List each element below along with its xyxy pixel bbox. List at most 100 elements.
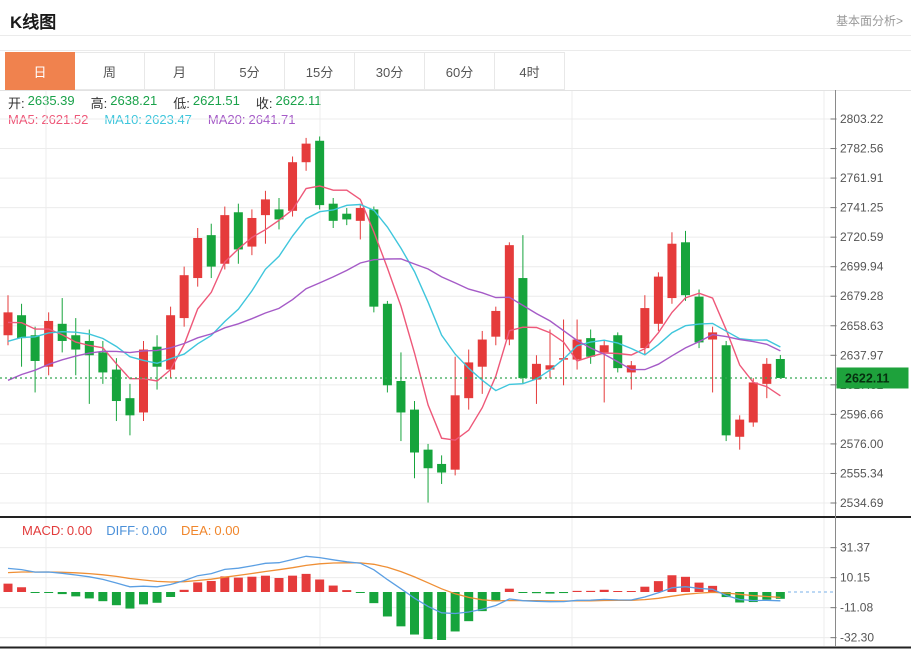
tab-interval-1[interactable]: 周	[75, 52, 145, 90]
candle-body	[342, 214, 351, 220]
macd-bar	[153, 592, 162, 603]
tab-interval-0[interactable]: 日	[5, 52, 75, 90]
candle-body	[478, 340, 487, 367]
candle-body	[451, 395, 460, 469]
candle-body	[396, 381, 405, 412]
axis-label: 31.37	[840, 541, 870, 555]
macd-bar	[613, 591, 622, 592]
candle-body	[600, 345, 609, 352]
candle-body	[44, 321, 53, 367]
macd-bar	[112, 592, 121, 605]
candle-body	[505, 245, 514, 339]
tab-interval-3[interactable]: 5分	[215, 52, 285, 90]
tab-interval-6[interactable]: 60分	[425, 52, 495, 90]
candle-body	[98, 352, 107, 372]
ma20-line	[8, 259, 780, 381]
header-divider	[0, 35, 911, 36]
macd-bar	[247, 577, 256, 592]
kline-chart[interactable]: 2803.222782.562761.912741.252720.592699.…	[0, 90, 911, 649]
axis-label: -11.08	[840, 601, 873, 615]
macd-bar	[44, 592, 53, 593]
axis-label: 2596.66	[840, 407, 884, 421]
macd-bar	[98, 592, 107, 601]
macd-bar	[383, 592, 392, 616]
candle-body	[4, 312, 13, 335]
macd-bar	[654, 581, 663, 592]
candle-body	[261, 199, 270, 215]
candle-body	[410, 410, 419, 453]
candle-body	[17, 315, 26, 338]
page-title: K线图	[10, 8, 56, 33]
macd-bar	[220, 576, 229, 592]
macd-bar	[288, 576, 297, 592]
macd-bar	[518, 592, 527, 593]
macd-bar	[17, 587, 26, 592]
macd-bar	[315, 580, 324, 592]
kline-app: K线图 基本面分析> 日周月5分15分30分60分4时 开:2635.39 高:…	[0, 0, 911, 649]
candle-body	[329, 204, 338, 221]
macd-bar	[4, 584, 13, 592]
axis-label: -32.30	[840, 631, 874, 645]
tab-interval-7[interactable]: 4时	[495, 52, 565, 90]
axis-label: 2803.22	[840, 112, 884, 126]
macd-bar	[681, 577, 690, 592]
macd-bar	[71, 592, 80, 596]
macd-bar	[125, 592, 134, 609]
macd-bar	[451, 592, 460, 631]
candle-body	[424, 450, 433, 469]
candle-body	[654, 277, 663, 324]
candle-body	[220, 215, 229, 264]
axis-label: 2679.28	[840, 289, 884, 303]
macd-bar	[491, 592, 500, 601]
fundamental-analysis-link[interactable]: 基本面分析>	[836, 12, 903, 29]
macd-bar	[640, 587, 649, 592]
candle-body	[762, 364, 771, 384]
macd-bar	[695, 583, 704, 592]
axis-label: 2720.59	[840, 230, 884, 244]
macd-bar	[180, 590, 189, 592]
ma10-line	[8, 205, 780, 391]
candle-body	[667, 244, 676, 298]
macd-bar	[85, 592, 94, 598]
candle-body	[180, 275, 189, 318]
macd-bar	[627, 591, 636, 592]
candle-body	[491, 311, 500, 337]
axis-label: 2761.91	[840, 171, 884, 185]
candle-body	[166, 315, 175, 369]
macd-bar	[437, 592, 446, 640]
candle-body	[437, 464, 446, 473]
candle-body	[247, 218, 256, 247]
candle-body	[681, 242, 690, 295]
candle-body	[749, 382, 758, 422]
axis-label: 10.15	[840, 571, 870, 585]
macd-bar	[586, 591, 595, 592]
axis-label: 2658.63	[840, 319, 884, 333]
macd-bar	[505, 589, 514, 592]
macd-bar	[424, 592, 433, 639]
macd-bar	[207, 581, 216, 592]
macd-bar	[166, 592, 175, 597]
tab-interval-4[interactable]: 15分	[285, 52, 355, 90]
axis-label: 2637.97	[840, 348, 884, 362]
tab-interval-2[interactable]: 月	[145, 52, 215, 90]
candle-body	[735, 420, 744, 437]
candle-body	[722, 345, 731, 435]
macd-bar	[329, 586, 338, 592]
macd-bar	[559, 592, 568, 593]
tab-interval-5[interactable]: 30分	[355, 52, 425, 90]
candle-body	[695, 297, 704, 343]
candle-body	[234, 212, 243, 249]
axis-label: 2741.25	[840, 201, 884, 215]
axis-label: 2534.69	[840, 496, 884, 510]
candle-body	[31, 335, 40, 361]
candle-body	[207, 235, 216, 266]
axis-label: 2576.00	[840, 437, 884, 451]
candle-body	[356, 208, 365, 221]
axis-label: 2555.34	[840, 466, 884, 480]
candle-body	[315, 141, 324, 205]
macd-bar	[139, 592, 148, 604]
macd-bar	[342, 590, 351, 592]
diff-line	[8, 556, 780, 613]
axis-label: 2782.56	[840, 142, 884, 156]
macd-bar	[31, 592, 40, 593]
